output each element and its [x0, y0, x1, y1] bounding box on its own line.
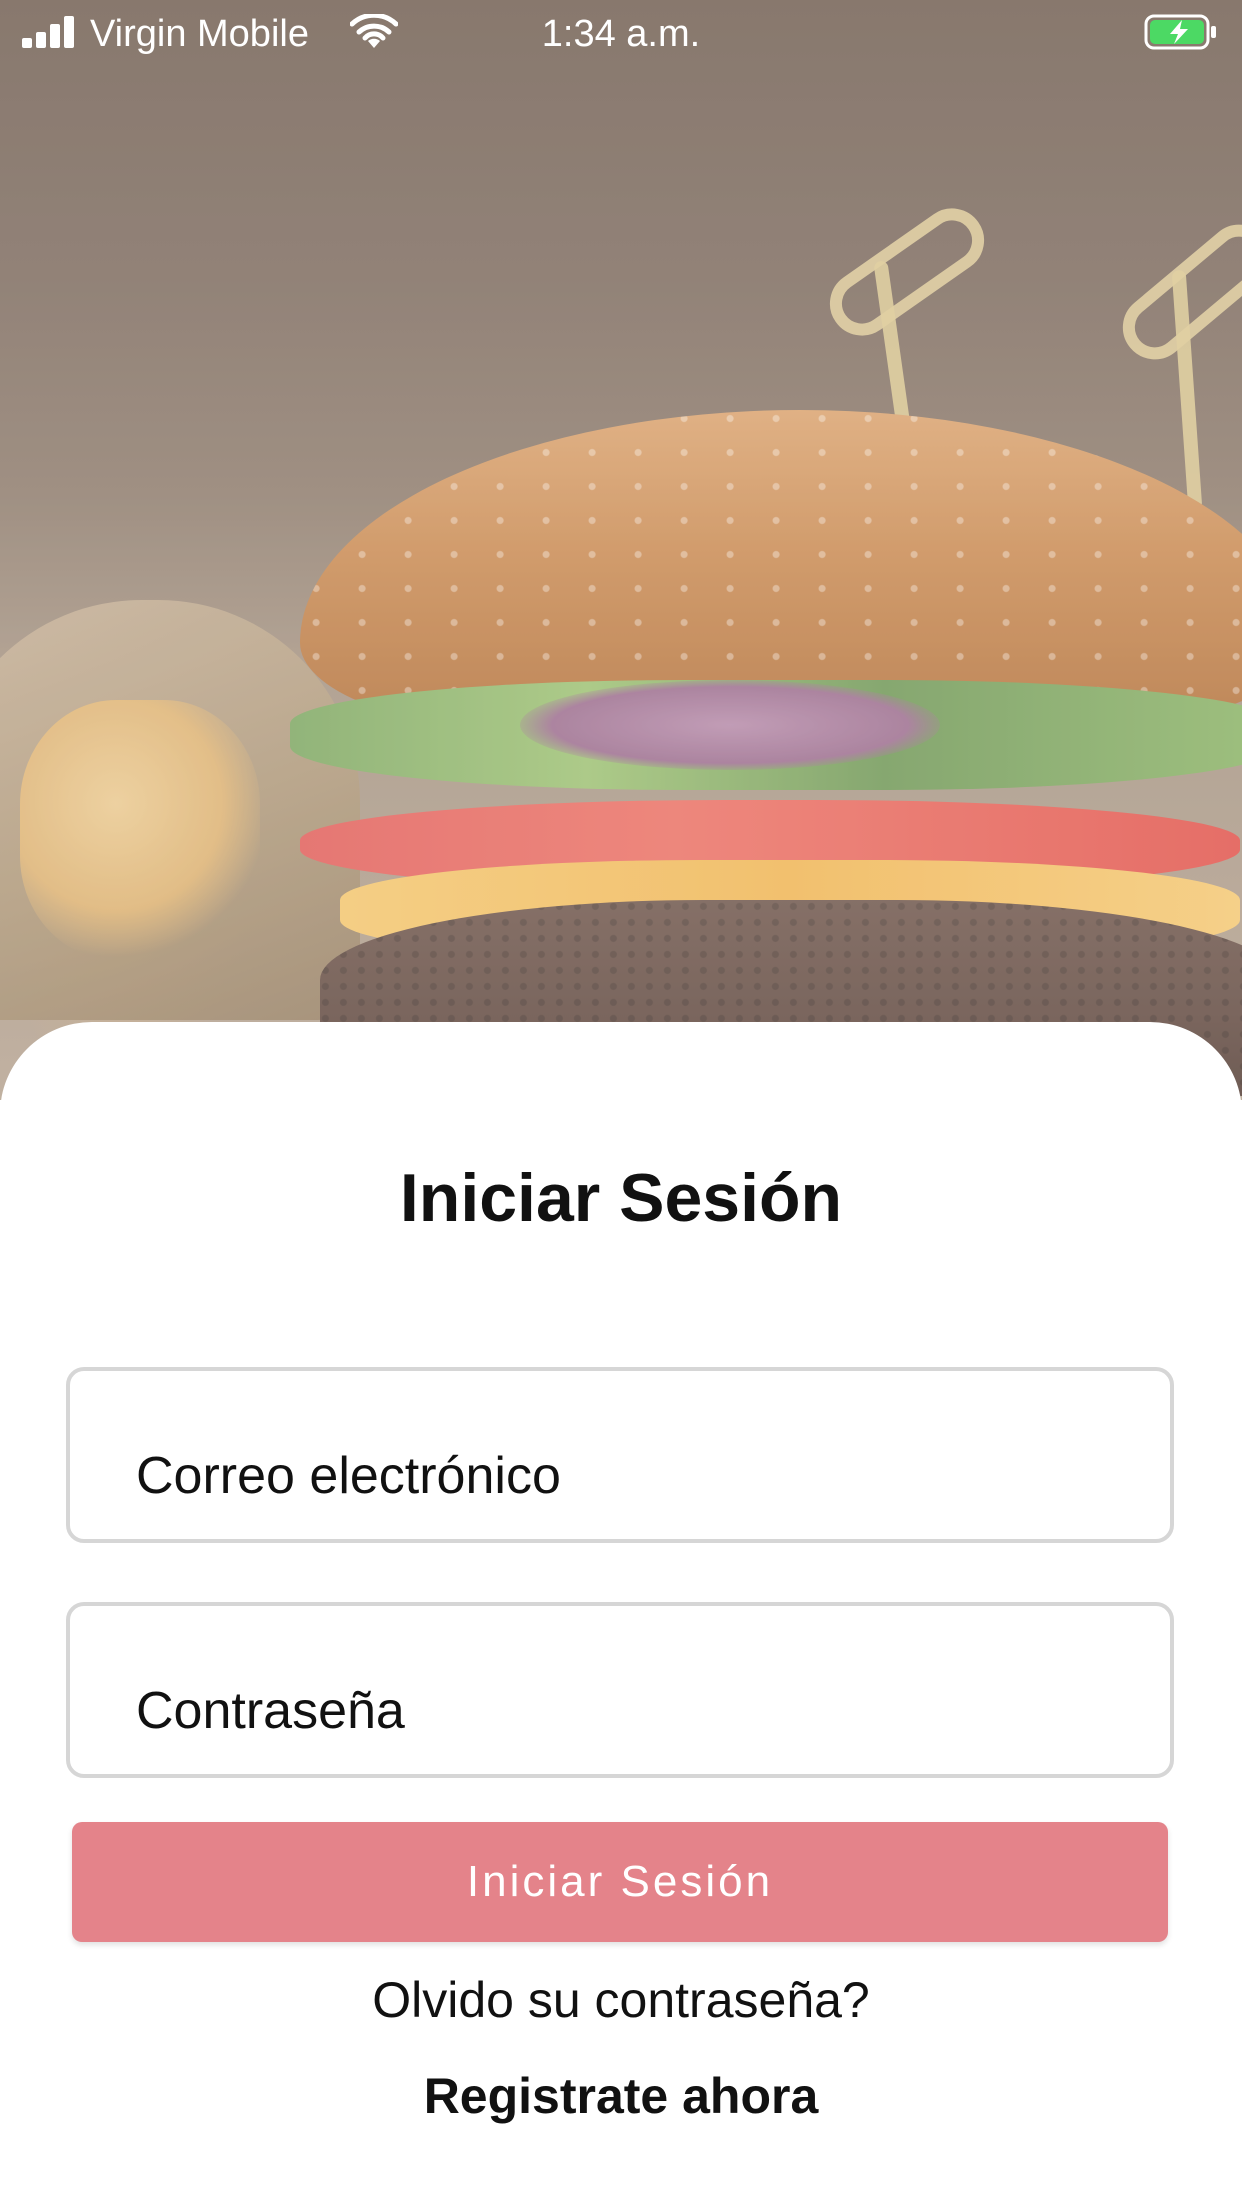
password-field[interactable]: [66, 1602, 1174, 1778]
email-field[interactable]: [66, 1367, 1174, 1543]
hero-burger-image: [0, 0, 1242, 1100]
login-button[interactable]: Iniciar Sesión: [72, 1822, 1168, 1942]
page-title: Iniciar Sesión: [399, 1160, 843, 1236]
forgot-password-link[interactable]: Olvido su contraseña?: [0, 1968, 1242, 2032]
password-input[interactable]: [136, 1676, 1096, 1746]
register-link[interactable]: Registrate ahora: [0, 2064, 1242, 2128]
battery-charging-icon: [1144, 14, 1216, 50]
hero-overlay: [0, 0, 1242, 1100]
status-bar: Virgin Mobile 1:34 a.m.: [0, 0, 1242, 66]
email-input[interactable]: [136, 1441, 1096, 1511]
clock: 1:34 a.m.: [541, 13, 701, 55]
